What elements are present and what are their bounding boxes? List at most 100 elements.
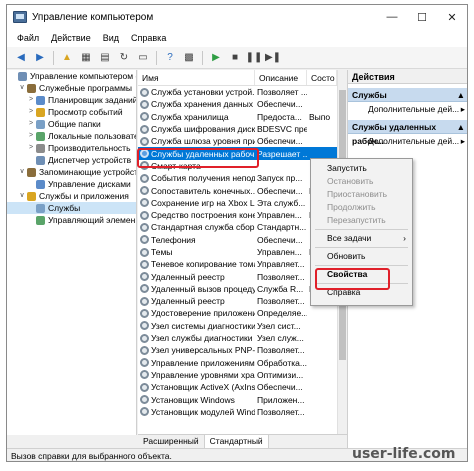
- menu-view[interactable]: Вид: [97, 33, 125, 43]
- tree-item[interactable]: > Производительность: [7, 142, 136, 154]
- service-row[interactable]: Удостоверение приложения Определяе...: [138, 307, 337, 319]
- service-row[interactable]: Средство построения конеч...Управлен...В…: [138, 209, 337, 221]
- tree-item[interactable]: > Локальные пользовател: [7, 130, 136, 142]
- service-name: Служба хранения данных ...: [151, 99, 255, 110]
- collapse-icon[interactable]: ▲: [457, 88, 465, 101]
- expander-icon[interactable]: >: [27, 118, 35, 130]
- tree-item-label: Управление компьютером (л: [30, 71, 137, 81]
- service-name: Удаленный вызов процедур: [151, 283, 255, 294]
- collapse-icon[interactable]: ▲: [457, 120, 465, 133]
- menu-help[interactable]: Справка: [125, 33, 172, 43]
- tree-item[interactable]: ∨ Службы и приложения: [7, 190, 136, 202]
- menu-separator: [315, 229, 408, 230]
- context-menu-item[interactable]: Обновить: [311, 250, 412, 263]
- wmi-icon: [36, 215, 45, 225]
- service-row[interactable]: Сохранение игр на Xbox Live Эта служб...: [138, 197, 337, 209]
- context-menu-item[interactable]: Все задачи ›: [311, 232, 412, 245]
- maximize-button[interactable]: ☐: [407, 5, 437, 29]
- service-description: Управлен...: [257, 210, 302, 221]
- service-name: События получения неподв...: [151, 173, 255, 184]
- expander-icon[interactable]: ∨: [18, 82, 26, 94]
- back-icon[interactable]: ◀: [13, 50, 29, 66]
- expander-icon[interactable]: ∨: [18, 166, 26, 178]
- disk-icon: [36, 179, 45, 189]
- tree-item[interactable]: Управляющий элемен: [7, 214, 136, 226]
- service-row[interactable]: Управление уровнями хран... Оптимизи...: [138, 369, 337, 381]
- close-button[interactable]: ✕: [437, 5, 467, 29]
- expander-icon[interactable]: >: [27, 94, 35, 106]
- service-row[interactable]: Установщик модулей Wind... Позволяет...: [138, 406, 337, 418]
- tree-item[interactable]: ∨ Служебные программы: [7, 82, 136, 94]
- tree-item[interactable]: Службы: [7, 202, 136, 214]
- up-folder-icon[interactable]: ▲: [59, 50, 75, 66]
- service-row[interactable]: Установщик ActiveX (AxIns... Обеспечи...: [138, 381, 337, 393]
- service-row[interactable]: Узел службы диагностики Узел служ...: [138, 332, 337, 344]
- tree-item[interactable]: > Просмотр событий: [7, 106, 136, 118]
- service-description: Разрешает ...: [257, 148, 307, 159]
- tree-item[interactable]: Управление компьютером (л: [7, 70, 136, 82]
- service-row[interactable]: События получения неподв...Запуск пр...: [138, 172, 337, 184]
- service-row[interactable]: Узел системы диагностики Узел сист...: [138, 320, 337, 332]
- show-tree-icon[interactable]: ▦: [78, 50, 94, 66]
- service-row[interactable]: Служба хранилища Предоста... Выпо: [138, 111, 337, 123]
- menu-file[interactable]: Файл: [11, 33, 45, 43]
- service-row[interactable]: Стандартная служба сбор... Стандартн...: [138, 221, 337, 233]
- context-menu-item[interactable]: Запустить: [311, 162, 412, 175]
- stop-icon[interactable]: ■: [227, 50, 243, 66]
- minimize-button[interactable]: —: [377, 5, 407, 29]
- service-row[interactable]: Телефония Обеспечи...: [138, 234, 337, 246]
- export-icon[interactable]: ▭: [135, 50, 151, 66]
- tab-extended[interactable]: Расширенный: [138, 435, 205, 448]
- service-row[interactable]: Узел универсальных PNP-... Позволяет...: [138, 344, 337, 356]
- tree-item[interactable]: ∨ Запоминающие устройств: [7, 166, 136, 178]
- service-description: Узел служ...: [257, 333, 304, 344]
- tree-item-label: Производительность: [48, 143, 131, 153]
- tree-item[interactable]: Управление дисками: [7, 178, 136, 190]
- actions-section-services[interactable]: Службы ▲: [348, 88, 467, 102]
- service-row[interactable]: Удаленный реестр Позволяет...: [138, 295, 337, 307]
- more-actions-services[interactable]: Дополнительные дей... ▸: [348, 102, 467, 116]
- service-row[interactable]: Теневое копирование тома Управляет...: [138, 258, 337, 270]
- service-row[interactable]: Управление приложениями Обработка...: [138, 357, 337, 369]
- expander-icon[interactable]: >: [27, 106, 35, 118]
- service-row[interactable]: Служба установки устрой... Позволяет ...: [138, 86, 337, 98]
- service-description: Обеспечи...: [257, 136, 303, 147]
- context-menu-item: Приостановить: [311, 188, 412, 201]
- service-row[interactable]: Сопоставитель конечных...Обеспечи...Выпо: [138, 184, 337, 196]
- service-row[interactable]: Удаленный реестр Позволяет...: [138, 270, 337, 282]
- service-row[interactable]: Удаленный вызов процедурСлужба R...Выпо: [138, 283, 337, 295]
- forward-icon[interactable]: ▶: [32, 50, 48, 66]
- restart-icon[interactable]: ▶❚: [265, 50, 281, 66]
- tree-item[interactable]: > Планировщик заданий: [7, 94, 136, 106]
- service-name-cell: Установщик ActiveX (AxIns...: [138, 382, 255, 392]
- expander-icon[interactable]: ∨: [18, 190, 26, 202]
- menu-separator: [315, 265, 408, 266]
- service-row[interactable]: Служба хранения данных ... Обеспечи...: [138, 98, 337, 110]
- tree-item[interactable]: Диспетчер устройств: [7, 154, 136, 166]
- service-name-cell: Теневое копирование тома: [138, 259, 255, 269]
- properties-icon[interactable]: ▤: [97, 50, 113, 66]
- window-title: Управление компьютером: [32, 11, 154, 23]
- expander-icon[interactable]: >: [27, 142, 35, 154]
- column-name[interactable]: Имя: [138, 70, 255, 85]
- column-status[interactable]: Состо: [307, 70, 337, 85]
- service-gear-icon: [140, 136, 149, 146]
- menu-action[interactable]: Действие: [45, 33, 97, 43]
- expander-icon[interactable]: >: [27, 130, 35, 142]
- service-row[interactable]: ТемыУправлен...Выпо: [138, 246, 337, 258]
- service-row[interactable]: Установщик Windows Приложен...: [138, 393, 337, 405]
- service-name: Установщик ActiveX (AxIns...: [151, 382, 255, 393]
- help-icon[interactable]: ?: [162, 50, 178, 66]
- tree-item-label: Управляющий элемен: [48, 215, 136, 225]
- tree-item[interactable]: > Общие папки: [7, 118, 136, 130]
- view-icon[interactable]: ▩: [181, 50, 197, 66]
- start-icon[interactable]: ▶: [208, 50, 224, 66]
- pause-icon[interactable]: ❚❚: [246, 50, 263, 66]
- column-description[interactable]: Описание: [255, 70, 307, 85]
- tab-standard[interactable]: Стандартный: [204, 435, 269, 448]
- service-row[interactable]: Служба шлюза уровня при... Обеспечи...: [138, 135, 337, 147]
- refresh-icon[interactable]: ↻: [116, 50, 132, 66]
- actions-section-rds[interactable]: Службы удаленных рабоч... ▲: [348, 120, 467, 146]
- watermark: user-life.com: [352, 446, 456, 462]
- service-row[interactable]: Служба шифрования диск...BDESVC пре...: [138, 123, 337, 135]
